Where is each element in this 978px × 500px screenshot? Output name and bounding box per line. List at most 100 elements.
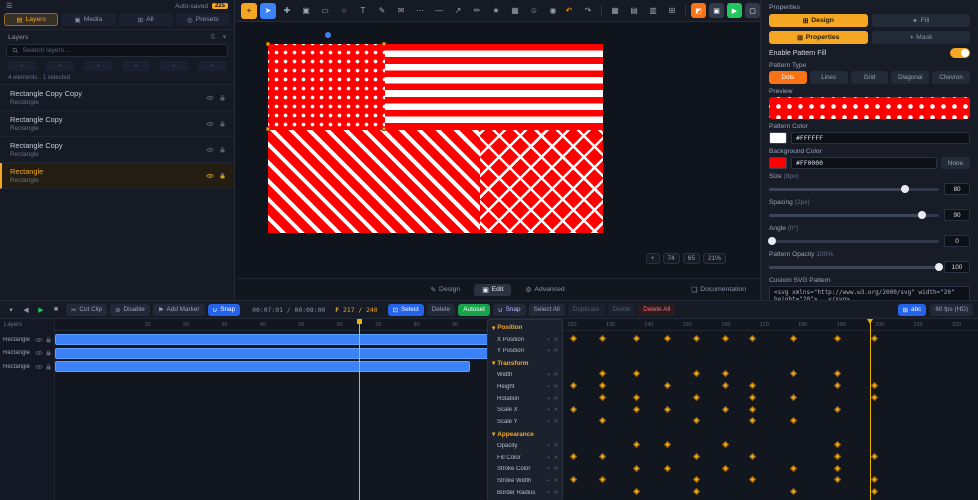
- keyframe-diamond[interactable]: [693, 417, 700, 424]
- property-row-stroke-color[interactable]: Stroke Color+✕: [488, 464, 562, 476]
- layer-item[interactable]: Rectangle CopyRectangle: [0, 137, 234, 163]
- remove-property-button[interactable]: ✕: [553, 466, 558, 472]
- property-group-appearance[interactable]: ▾Appearance: [488, 428, 562, 440]
- keyframe-diamond[interactable]: [722, 370, 729, 377]
- keyframe-diamond[interactable]: [633, 394, 640, 401]
- expand-button[interactable]: ▢: [745, 3, 760, 18]
- stop-button[interactable]: ■: [50, 304, 62, 316]
- more-tools[interactable]: ⋯: [412, 3, 428, 19]
- keyframe-diamond[interactable]: [834, 453, 841, 460]
- keyframe-diamond[interactable]: [693, 453, 700, 460]
- lock-icon[interactable]: [219, 172, 226, 180]
- keyframe-diamond[interactable]: [834, 441, 841, 448]
- layer-item[interactable]: Rectangle Copy CopyRectangle: [0, 85, 234, 111]
- pencil-tool[interactable]: ✏: [469, 3, 485, 19]
- property-row-width[interactable]: Width+✕: [488, 369, 562, 381]
- remove-property-button[interactable]: ✕: [553, 478, 558, 484]
- keyframe-diamond[interactable]: [834, 370, 841, 377]
- timeline-layer-item[interactable]: Rectangle: [0, 361, 55, 372]
- keyframe-diamond[interactable]: [834, 405, 841, 412]
- remove-property-button[interactable]: ✕: [553, 384, 558, 390]
- pattern-type-chevron[interactable]: Chevron: [932, 71, 970, 84]
- add-keyframe-button[interactable]: +: [547, 372, 550, 378]
- keyframe-diamond[interactable]: [871, 476, 878, 483]
- lock-icon[interactable]: [45, 349, 52, 357]
- pattern-type-diagonal[interactable]: Diagonal: [891, 71, 929, 84]
- keyframe-diamond[interactable]: [599, 417, 606, 424]
- filter-icon-4[interactable]: ▪: [122, 61, 150, 71]
- timeline-marker[interactable]: [359, 319, 360, 500]
- split-view-icon[interactable]: ⊞: [664, 3, 680, 19]
- keyframe-diamond[interactable]: [599, 453, 606, 460]
- tab-fill[interactable]: ✦Fill: [872, 14, 971, 27]
- pattern-color-input[interactable]: [791, 132, 970, 144]
- background-color-input[interactable]: [791, 157, 937, 169]
- slider-knob[interactable]: [901, 185, 909, 193]
- filter-icon-2[interactable]: ▪: [46, 61, 74, 71]
- lock-icon[interactable]: [45, 336, 52, 344]
- lock-icon[interactable]: [219, 146, 226, 154]
- delete-button[interactable]: Delete: [427, 304, 455, 316]
- keyframe-diamond[interactable]: [834, 464, 841, 471]
- cut-clip-button[interactable]: ✂Cut Clip: [66, 304, 107, 316]
- keyframe-diamond[interactable]: [722, 335, 729, 342]
- slider-knob[interactable]: [768, 237, 776, 245]
- keyframe-diamond[interactable]: [664, 441, 671, 448]
- keyframe-diamond[interactable]: [664, 335, 671, 342]
- filter-icon-6[interactable]: ▪: [198, 61, 226, 71]
- add-keyframe-button[interactable]: +: [547, 490, 550, 496]
- keyframe-diamond[interactable]: [599, 370, 606, 377]
- grid-view-icon[interactable]: ▦: [607, 3, 623, 19]
- mode-tab-edit[interactable]: ▣Edit: [474, 284, 511, 296]
- zoom-level[interactable]: 21%: [703, 253, 726, 264]
- property-row-fill-color[interactable]: Fill Color+✕: [488, 452, 562, 464]
- image-tool[interactable]: ▦: [507, 3, 523, 19]
- filter-icon-1[interactable]: ▪: [8, 61, 36, 71]
- tab-properties[interactable]: ⊞Properties: [769, 31, 868, 44]
- timeline-layer-item[interactable]: Rectangle: [0, 348, 55, 359]
- flag-cross-pattern[interactable]: [480, 130, 603, 233]
- keyframe-diamond[interactable]: [871, 488, 878, 495]
- property-row-border-radius[interactable]: Border Radius+✕: [488, 487, 562, 499]
- slider-track[interactable]: [769, 188, 939, 191]
- keyframe-diamond[interactable]: [749, 394, 756, 401]
- theme-button[interactable]: ◩: [691, 3, 706, 18]
- flag-artwork[interactable]: [268, 44, 603, 233]
- media-button[interactable]: ▣: [709, 3, 724, 18]
- remove-property-button[interactable]: ✕: [553, 396, 558, 402]
- keyframe-diamond[interactable]: [633, 335, 640, 342]
- keyframe-diamond[interactable]: [834, 382, 841, 389]
- select-tool[interactable]: ➤: [260, 3, 276, 19]
- keyframe-diamond[interactable]: [633, 405, 640, 412]
- line-tool[interactable]: ―: [431, 3, 447, 19]
- delete-all-button[interactable]: Delete All: [638, 304, 675, 316]
- add-keyframe-button[interactable]: +: [547, 384, 550, 390]
- slider-value[interactable]: 90: [944, 209, 970, 221]
- text-tool[interactable]: T: [355, 3, 371, 19]
- custom-svg-input[interactable]: <svg xmlns="http://www.w3.org/2000/svg" …: [769, 286, 970, 300]
- move-tool[interactable]: ✚: [279, 3, 295, 19]
- undo-button[interactable]: ↶: [561, 3, 577, 19]
- add-marker-button[interactable]: ⚑Add Marker: [153, 304, 205, 316]
- keyframe-diamond[interactable]: [664, 382, 671, 389]
- skip-start-button[interactable]: ◀: [20, 304, 32, 316]
- mode-tab-design[interactable]: ✎Design: [422, 284, 468, 296]
- add-keyframe-button[interactable]: +: [547, 466, 550, 472]
- keyframe-diamond[interactable]: [570, 405, 577, 412]
- eye-icon[interactable]: [35, 363, 43, 371]
- keyframe-diamond[interactable]: [722, 382, 729, 389]
- keyframe-diamond[interactable]: [570, 453, 577, 460]
- keyframe-diamond[interactable]: [790, 488, 797, 495]
- add-keyframe-button[interactable]: +: [547, 407, 550, 413]
- documentation-link[interactable]: ❏ Documentation: [691, 286, 746, 294]
- menu-icon[interactable]: ☰: [6, 2, 12, 10]
- keyframe-diamond[interactable]: [693, 488, 700, 495]
- arrow-tool[interactable]: ↗: [450, 3, 466, 19]
- keyframe-diamond[interactable]: [749, 382, 756, 389]
- background-none-button[interactable]: None: [941, 157, 970, 169]
- property-row-y-position[interactable]: Y Position+✕: [488, 346, 562, 358]
- keyframe-diamond[interactable]: [871, 382, 878, 389]
- keyframe-diamond[interactable]: [693, 370, 700, 377]
- search-input[interactable]: [23, 47, 222, 54]
- flag-diagonal-pattern[interactable]: [268, 130, 480, 233]
